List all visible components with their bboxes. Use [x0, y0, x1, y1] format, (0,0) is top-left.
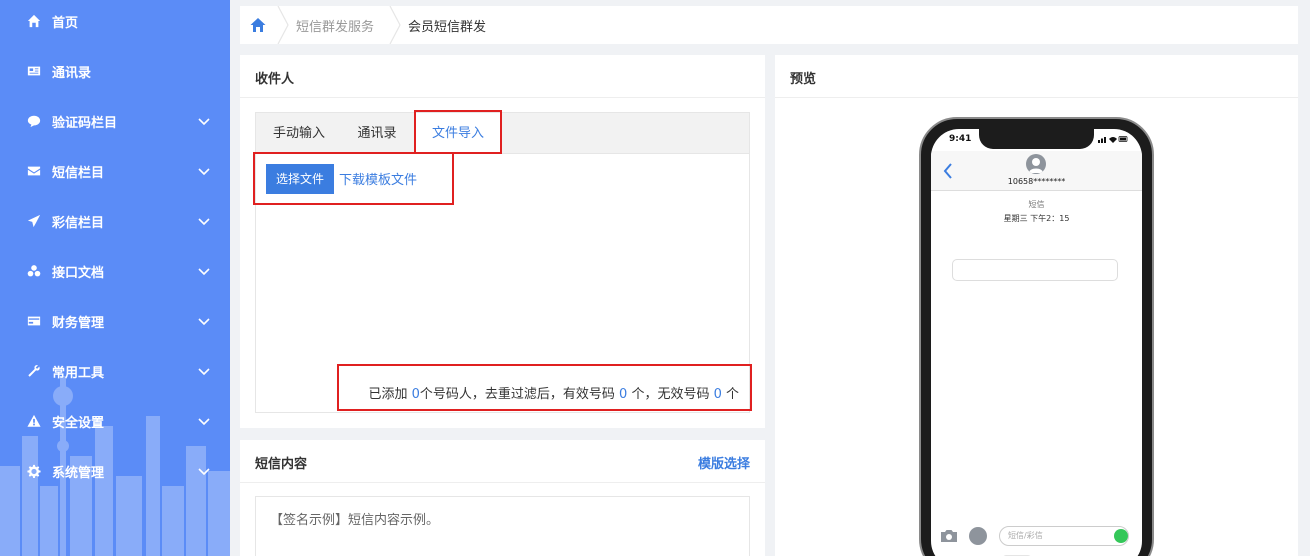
highlight-box-tab: [414, 110, 502, 154]
phone-message-input: 短信/彩信: [999, 526, 1129, 546]
sidebar-item-finance[interactable]: 财务管理: [0, 296, 230, 346]
sidebar-item-sms[interactable]: 短信栏目: [0, 146, 230, 196]
phone-input-bar: 短信/彩信: [931, 525, 1142, 549]
wrench-icon: [26, 363, 42, 379]
breadcrumb-item-sms-service[interactable]: 短信群发服务: [290, 16, 388, 35]
cubes-icon: [26, 263, 42, 279]
breadcrumb-home[interactable]: [240, 6, 276, 44]
avatar: [1026, 154, 1046, 174]
highlight-box-file-actions: [253, 152, 454, 205]
divider: [240, 97, 765, 98]
breadcrumb-item-member-sms: 会员短信群发: [408, 19, 487, 35]
contact-card-icon: [26, 63, 42, 79]
sidebar-item-label: 系统管理: [52, 465, 105, 481]
sidebar-item-tools[interactable]: 常用工具: [0, 346, 230, 396]
home-icon: [250, 18, 266, 32]
chevron-down-icon: [198, 365, 210, 377]
chevron-down-icon: [198, 315, 210, 327]
status-time: 9:41: [949, 134, 972, 144]
message-bubble: [952, 259, 1118, 281]
recipients-panel: 收件人 手动输入 通讯录 文件导入 选择文件 下载模板文件 已添加 0个号码人，…: [240, 55, 765, 428]
sidebar-item-mms[interactable]: 彩信栏目: [0, 196, 230, 246]
paper-plane-icon: [26, 213, 42, 229]
sidebar-item-system[interactable]: 系统管理: [0, 446, 230, 496]
sidebar-item-api-docs[interactable]: 接口文档: [0, 246, 230, 296]
chat-bubble-icon: [26, 113, 42, 129]
sidebar-item-label: 通讯录: [52, 65, 92, 81]
home-icon: [26, 13, 42, 29]
warning-icon: [26, 413, 42, 429]
sidebar-item-label: 接口文档: [52, 265, 105, 281]
sidebar-item-contacts[interactable]: 通讯录: [0, 46, 230, 96]
panel-title: 收件人: [255, 72, 295, 87]
chevron-down-icon: [198, 415, 210, 427]
chevron-down-icon: [198, 265, 210, 277]
gear-icon: [26, 463, 42, 479]
phone-notch: [979, 129, 1094, 149]
divider: [775, 97, 1298, 98]
breadcrumb-separator: [388, 5, 402, 45]
divider: [240, 482, 765, 483]
message-time: 星期三 下午2：15: [1003, 214, 1070, 223]
panel-title: 预览: [790, 72, 817, 87]
sms-content-panel: 短信内容 模版选择 【签名示例】短信内容示例。: [240, 440, 765, 556]
sidebar-item-home[interactable]: 首页: [0, 0, 230, 46]
sidebar-item-captcha[interactable]: 验证码栏目: [0, 96, 230, 146]
sidebar-item-label: 财务管理: [52, 315, 105, 331]
credit-card-icon: [26, 313, 42, 329]
tab-manual-input[interactable]: 手动输入: [256, 113, 342, 154]
sidebar-item-label: 常用工具: [52, 365, 105, 381]
phone-message-header: 10658********: [931, 151, 1142, 191]
breadcrumb: 短信群发服务 会员短信群发: [240, 5, 1298, 45]
chevron-down-icon: [198, 165, 210, 177]
highlight-box-summary: [337, 364, 752, 411]
camera-icon: [941, 530, 957, 542]
sidebar-item-label: 短信栏目: [52, 165, 105, 181]
recipient-tabs: 手动输入 通讯录 文件导入: [255, 112, 750, 155]
preview-panel: 预览 9:41 10658******** 短信 星期三 下午2：15 短信/彩…: [775, 55, 1298, 556]
breadcrumb-separator: [276, 5, 290, 45]
chevron-down-icon: [198, 115, 210, 127]
status-icons: [1098, 136, 1128, 143]
message-type: 短信: [1028, 200, 1045, 209]
app-store-icon: [969, 527, 987, 545]
sender-number: 10658********: [1007, 177, 1066, 186]
phone-screen: 9:41 10658******** 短信 星期三 下午2：15 短信/彩信: [931, 129, 1142, 556]
envelope-icon: [26, 163, 42, 179]
panel-title: 短信内容: [255, 457, 308, 472]
template-select-link[interactable]: 模版选择: [698, 453, 750, 472]
sidebar-item-label: 彩信栏目: [52, 215, 105, 231]
sidebar-item-security[interactable]: 安全设置: [0, 396, 230, 446]
chevron-down-icon: [198, 215, 210, 227]
sms-content-textarea[interactable]: 【签名示例】短信内容示例。: [255, 496, 750, 556]
sidebar: 首页 通讯录 验证码栏目 短信栏目 彩信栏目 接口文档 财务管理 常用工具 安全…: [0, 0, 230, 556]
tab-contacts[interactable]: 通讯录: [342, 113, 412, 154]
phone-mockup: 9:41 10658******** 短信 星期三 下午2：15 短信/彩信: [919, 117, 1154, 556]
chevron-down-icon: [198, 465, 210, 477]
sidebar-item-label: 首页: [52, 15, 79, 31]
send-arrow-icon: [1114, 529, 1128, 543]
sidebar-item-label: 验证码栏目: [52, 115, 118, 131]
sidebar-item-label: 安全设置: [52, 415, 105, 431]
